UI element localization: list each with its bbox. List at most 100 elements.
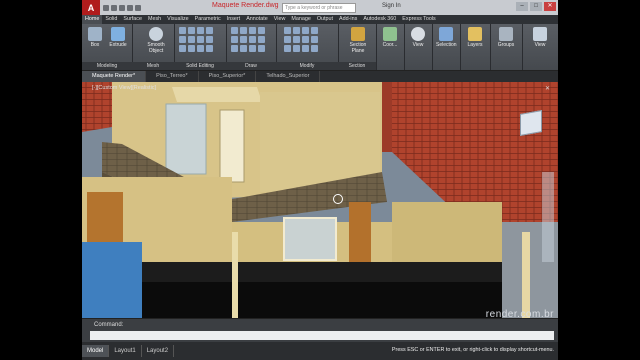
copy-icon[interactable]	[302, 27, 309, 34]
section-plane-icon	[351, 27, 365, 41]
drawing-viewport[interactable]: [-][Custom View][Realistic] ✕ render.com…	[82, 82, 558, 318]
arc-icon[interactable]	[258, 27, 265, 34]
tab-autodesk-360[interactable]: Autodesk 360	[360, 15, 399, 24]
mirror-icon[interactable]	[311, 27, 318, 34]
layout-tab-layout2[interactable]: Layout2	[142, 345, 175, 357]
chamfer-edge-icon[interactable]	[188, 36, 195, 43]
viewcube[interactable]	[520, 110, 542, 136]
rectangle-icon[interactable]	[231, 36, 238, 43]
viewport-icon	[533, 27, 547, 41]
ucs-icon	[383, 27, 397, 41]
tab-visualize[interactable]: Visualize	[164, 15, 191, 24]
tab-view[interactable]: View	[271, 15, 289, 24]
tab-express-tools[interactable]: Express Tools	[399, 15, 438, 24]
view2-button[interactable]: View	[530, 27, 550, 48]
selection-label: Selection	[436, 42, 457, 48]
point-icon[interactable]	[240, 45, 247, 52]
search-input[interactable]: Type a keyword or phrase	[282, 3, 356, 13]
selection-group: Selection	[432, 24, 461, 70]
layers-button[interactable]: Layers	[465, 27, 485, 48]
groups-button[interactable]: Groups	[496, 27, 516, 48]
view-button[interactable]: View	[408, 27, 428, 48]
command-input[interactable]	[90, 331, 554, 340]
doc-tab-piso-superior[interactable]: Piso_Superior*	[199, 71, 257, 82]
tab-surface[interactable]: Surface	[120, 15, 145, 24]
explode-icon[interactable]	[311, 45, 318, 52]
rotate-icon[interactable]	[293, 27, 300, 34]
imprint-icon[interactable]	[188, 45, 195, 52]
tab-insert[interactable]: Insert	[224, 15, 243, 24]
separate-icon[interactable]	[206, 36, 213, 43]
minimize-button[interactable]: –	[516, 2, 528, 11]
layout-tab-model[interactable]: Model	[82, 345, 110, 357]
extrude-button[interactable]: Extrude	[108, 27, 128, 48]
taper-faces-icon[interactable]	[206, 45, 213, 52]
ellipse-icon[interactable]	[249, 36, 256, 43]
upper-door	[219, 109, 245, 183]
modeling-group-label: Modeling	[82, 62, 132, 70]
line-icon[interactable]	[231, 27, 238, 34]
save-icon[interactable]	[119, 4, 125, 11]
redo-icon[interactable]	[135, 4, 141, 11]
slice-icon[interactable]	[206, 27, 213, 34]
tab-solid[interactable]: Solid	[102, 15, 120, 24]
polyline-icon[interactable]	[240, 27, 247, 34]
shell-icon[interactable]	[197, 36, 204, 43]
erase-icon[interactable]	[302, 45, 309, 52]
viewport-close-icon[interactable]: ✕	[545, 85, 552, 92]
new-icon[interactable]	[103, 4, 109, 11]
navigation-bar[interactable]	[542, 172, 554, 262]
scale-icon[interactable]	[284, 36, 291, 43]
tab-output[interactable]: Output	[314, 15, 336, 24]
extrude-label: Extrude	[109, 42, 127, 48]
tab-annotate[interactable]: Annotate	[243, 15, 271, 24]
undo-icon[interactable]	[127, 4, 133, 11]
polygon-icon[interactable]	[240, 36, 247, 43]
section-plane-button[interactable]: Section Plane	[346, 27, 370, 54]
open-icon[interactable]	[111, 4, 117, 11]
extract-edges-icon[interactable]	[179, 45, 186, 52]
spline-icon[interactable]	[231, 45, 238, 52]
move-icon[interactable]	[284, 27, 291, 34]
sign-in-link[interactable]: Sign In	[382, 3, 401, 9]
mesh-group: Smooth Object Mesh	[132, 24, 175, 70]
hatch-icon[interactable]	[258, 36, 265, 43]
tab-add-ins[interactable]: Add-ins	[336, 15, 360, 24]
selection-button[interactable]: Selection	[436, 27, 457, 48]
smooth-object-button[interactable]: Smooth Object	[144, 27, 168, 54]
doc-tab-maquete-render[interactable]: Maquete Render*	[82, 71, 147, 82]
offset-icon[interactable]	[293, 45, 300, 52]
autocad-logo[interactable]: A	[82, 0, 100, 15]
maximize-button[interactable]: □	[530, 2, 542, 11]
tab-home[interactable]: Home	[82, 15, 103, 24]
stretch-icon[interactable]	[293, 36, 300, 43]
autocad-window: A Maquete Render.dwg Type a keyword or p…	[82, 0, 558, 360]
close-button[interactable]: ✕	[544, 2, 556, 11]
tab-parametric[interactable]: Parametric	[192, 15, 224, 24]
helix-icon[interactable]	[258, 45, 265, 52]
view2-group: View	[522, 24, 558, 70]
circle-icon[interactable]	[249, 27, 256, 34]
tab-mesh[interactable]: Mesh	[145, 15, 164, 24]
region-icon[interactable]	[249, 45, 256, 52]
array-icon[interactable]	[284, 45, 291, 52]
union-icon[interactable]	[179, 27, 186, 34]
tab-manage[interactable]: Manage	[288, 15, 313, 24]
intersect-icon[interactable]	[197, 27, 204, 34]
coordinates-label: Coor...	[382, 42, 398, 48]
viewport-controls-label[interactable]: [-][Custom View][Realistic]	[92, 85, 156, 91]
doc-tab-telhado-superior[interactable]: Telhado_Superior	[256, 71, 321, 82]
subtract-icon[interactable]	[188, 27, 195, 34]
solid-editing-group-label: Solid Editing	[174, 62, 226, 70]
orbit-cursor-icon	[333, 194, 343, 204]
trim-icon[interactable]	[302, 36, 309, 43]
fillet-icon[interactable]	[311, 36, 318, 43]
layout-tab-layout1[interactable]: Layout1	[109, 345, 142, 357]
box-button[interactable]: Box	[85, 27, 105, 48]
fillet-edge-icon[interactable]	[179, 36, 186, 43]
coordinates-button[interactable]: Coor...	[380, 27, 400, 48]
offset-edge-icon[interactable]	[197, 45, 204, 52]
layers-icon	[468, 27, 482, 41]
command-history: Command:	[94, 322, 124, 328]
doc-tab-piso-terreo[interactable]: Piso_Terreo*	[146, 71, 199, 82]
